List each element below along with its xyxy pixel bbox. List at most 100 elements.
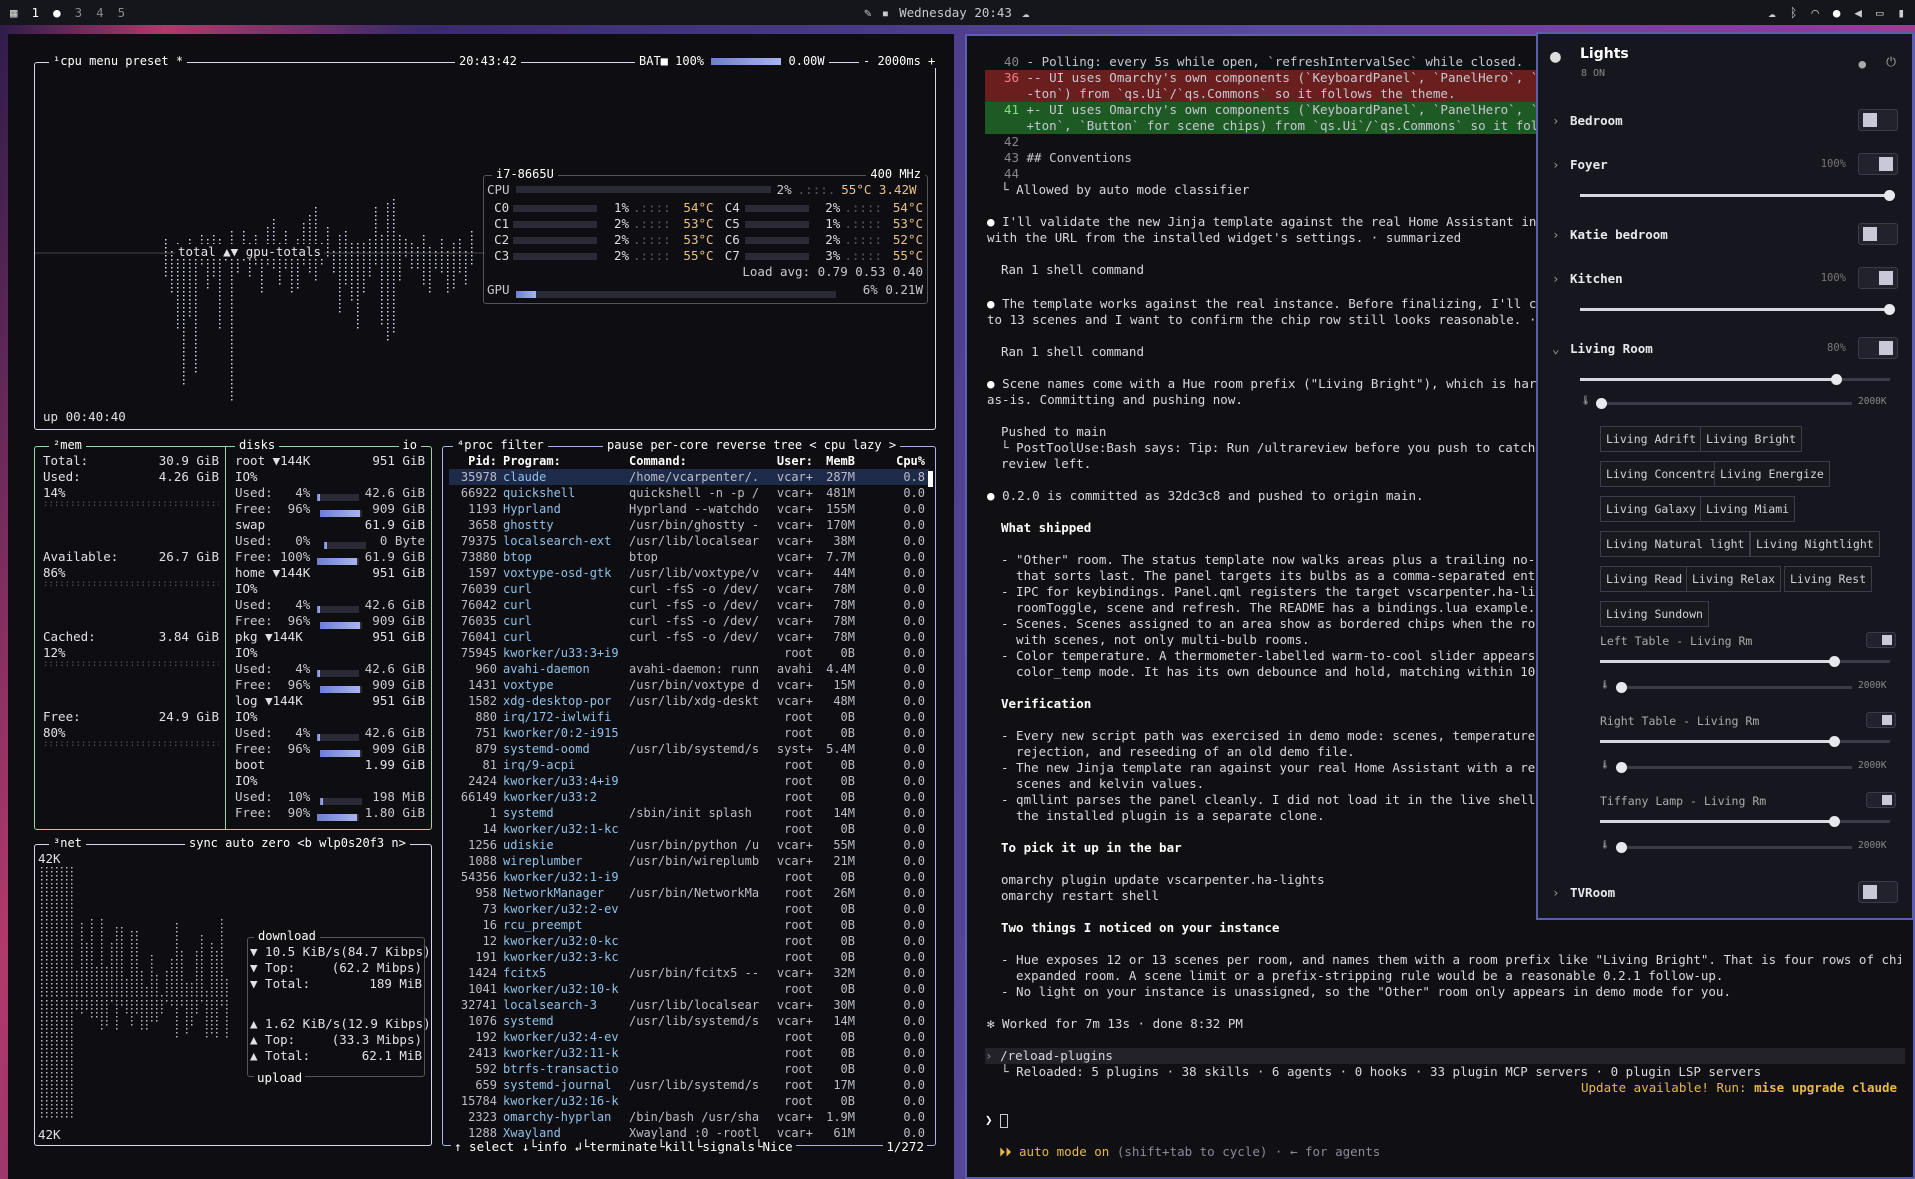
proc-row[interactable]: 1 systemd/sbin/init splash root 14M 0.0 [449,805,929,821]
workspace-5[interactable]: 5 [118,5,126,20]
bulb-brightness-slider[interactable] [1600,656,1890,667]
proc-row[interactable]: 2323 omarchy-hyprlan/bin/bash /usr/sha vca… [449,1109,929,1125]
chevron-down-icon[interactable]: ⌄ [1552,341,1570,356]
living-room-brightness-slider[interactable] [1580,374,1890,385]
proc-row[interactable]: 73 kworker/u32:2-ev root 0B 0.0 [449,901,929,917]
proc-row[interactable]: 192 kworker/u32:4-ev root 0B 0.0 [449,1029,929,1045]
proc-footer[interactable]: ↑ select ↓└info ↲└terminate└kill└signals… [451,1139,796,1154]
scene-chip[interactable]: Living Sundown [1600,601,1709,627]
monitor-icon[interactable]: ▭ [1876,5,1884,20]
proc-tag[interactable]: ⁴proc filter [453,438,548,452]
workspace-2[interactable]: ● [53,5,61,20]
scene-chip[interactable]: Living Adrift [1600,426,1703,452]
foyer-toggle[interactable] [1858,153,1898,175]
katie-bedroom-toggle[interactable] [1858,223,1898,245]
proc-row[interactable]: 32741 localsearch-3/usr/lib/localsear vcar… [449,997,929,1013]
prompt-input[interactable]: ❯ [985,1112,1009,1128]
mode-indicator[interactable]: ⏵⏵ auto mode on (shift+tab to cycle) · ←… [999,1144,1380,1160]
chevron-right-icon[interactable]: › [1552,271,1570,286]
filter-button[interactable]: filter [500,438,543,452]
proc-row[interactable]: 1431 voxtype/usr/bin/voxtype d vcar+ 15M 0.0 [449,677,929,693]
weather-icon[interactable]: ☁ [1022,5,1030,20]
bulb-toggle[interactable] [1866,632,1896,648]
cpu-tag[interactable]: ¹cpu menu preset * [49,54,188,68]
proc-row[interactable]: 14 kworker/u32:1-kc root 0B 0.0 [449,821,929,837]
bulb-toggle-icon[interactable]: ● [1858,56,1866,71]
proc-row[interactable]: 1193 Hyprland Hyprland --watchdo vcar+ 155M 0… [449,501,929,517]
proc-row[interactable]: 76039 curl curl -fsS -o /dev/vcar+ 78M 0.0 [449,581,929,597]
proc-row[interactable]: 35978 claude/home/vcarpenter/. vcar+ 287M 0.… [449,469,929,485]
living-room-temp-slider[interactable] [1596,398,1852,409]
proc-row[interactable]: 1424 fcitx5/usr/bin/fcitx5 -- vcar+ 32M 0.0 [449,965,929,981]
ran-command-1[interactable]: Ran 1 shell command [1001,262,1144,278]
mem-tag[interactable]: ²mem [49,438,86,452]
proc-header[interactable]: Pid: Program: Command: User: MemB Cpu% [449,453,929,469]
chevron-right-icon[interactable]: › [1552,227,1570,242]
chevron-right-icon[interactable]: › [1552,157,1570,172]
kitchen-brightness-slider[interactable] [1580,304,1895,315]
proc-row[interactable]: 880 irq/172-iwlwifi root 0B 0.0 [449,709,929,725]
proc-row[interactable]: 1256 udiskie/usr/bin/python /u vcar+ 55M 0.0 [449,837,929,853]
proc-row[interactable]: 73880 btop btop vcar+ 7.7M 0.0 [449,549,929,565]
disks-tag[interactable]: disks [235,438,280,452]
room-tvroom[interactable]: › TVRoom [1552,881,1898,903]
bulb-brightness-slider[interactable] [1600,736,1890,747]
proc-row[interactable]: 958 NetworkManager/usr/bin/NetworkMa root 2… [449,885,929,901]
proc-row[interactable]: 3658 ghostty/usr/bin/ghostty - vcar+ 170M 0.… [449,517,929,533]
net-tag[interactable]: ³net [49,836,86,850]
screen-icon[interactable]: ▪ [882,5,890,20]
scene-chip[interactable]: Living Nightlight [1750,531,1880,557]
scene-chip[interactable]: Living Read [1600,566,1689,592]
proc-row[interactable]: 75945 kworker/u33:3+i9 root 0B 0.0 [449,645,929,661]
proc-row[interactable]: 66149 kworker/u33:2 root 0B 0.0 [449,789,929,805]
app-grid-icon[interactable]: ▦ [10,5,18,20]
proc-row[interactable]: 54356 kworker/u32:1-i9 root 0B 0.0 [449,869,929,885]
chevron-right-icon[interactable]: › [1552,885,1570,900]
proc-row[interactable]: 2413 kworker/u32:11-k root 0B 0.0 [449,1045,929,1061]
proc-row[interactable]: 191 kworker/u32:3-kc root 0B 0.0 [449,949,929,965]
room-living-room[interactable]: ⌄ Living Room 80% [1552,337,1898,359]
proc-row[interactable]: 16 rcu_preempt root 0B 0.0 [449,917,929,933]
scene-chip[interactable]: Living Relax [1686,566,1782,592]
menu-button[interactable]: menu [89,54,118,68]
scene-chip[interactable]: Living Rest [1784,566,1873,592]
proc-row[interactable]: 66922 quickshell quickshell -n -p / vcar+ 48… [449,485,929,501]
clock[interactable]: Wednesday 20:43 [899,5,1012,20]
living-room-toggle[interactable] [1858,337,1898,359]
proc-row[interactable]: 76035 curl curl -fsS -o /dev/vcar+ 78M 0.0 [449,613,929,629]
proc-row[interactable]: 1597 voxtype-osd-gtk/usr/lib/voxtype/v vca… [449,565,929,581]
bulb-temp-slider[interactable] [1616,682,1852,693]
battery-icon[interactable]: ▮ [1897,5,1905,20]
ran-command-2[interactable]: Ran 1 shell command [1001,344,1144,360]
volume-icon[interactable]: ◀ [1854,5,1862,20]
proc-row[interactable]: 1076 systemd/usr/lib/systemd/s vcar+ 14M 0.0 [449,1013,929,1029]
power-icon[interactable]: ⏻ [1886,54,1896,70]
kitchen-toggle[interactable] [1858,267,1898,289]
proc-row[interactable]: 81 irq/9-acpi root 0B 0.0 [449,757,929,773]
scene-chip[interactable]: Living Miami [1700,496,1796,522]
proc-row[interactable]: 79375 localsearch-ext/usr/lib/localsear vc… [449,533,929,549]
chevron-right-icon[interactable]: › [1552,113,1570,128]
interval-control[interactable]: - 2000ms + [859,54,940,68]
bulb-toggle[interactable] [1866,712,1896,728]
bulb-toggle[interactable] [1866,792,1896,808]
proc-row[interactable]: 960 avahi-daemon avahi-daemon: runn avahi 4.… [449,661,929,677]
proc-row[interactable]: 1582 xdg-desktop-por/usr/lib/xdg-deskt vca… [449,693,929,709]
preset-button[interactable]: preset * [125,54,183,68]
proc-row[interactable]: 2424 kworker/u33:4+i9 root 0B 0.0 [449,773,929,789]
foyer-brightness-slider[interactable] [1580,190,1895,201]
bulb-temp-slider[interactable] [1616,762,1852,773]
scene-chip[interactable]: Living Energize [1714,461,1830,487]
proc-scrollbar[interactable] [928,471,933,487]
notification-icon[interactable]: ✎ [864,5,872,20]
scene-chip[interactable]: Living Galaxy [1600,496,1703,522]
cloud-icon[interactable]: ☁ [1768,5,1776,20]
proc-row[interactable]: 1088 wireplumber/usr/bin/wireplumb vcar+ 21… [449,853,929,869]
tvroom-toggle[interactable] [1858,881,1898,903]
proc-row[interactable]: 76042 curl curl -fsS -o /dev/vcar+ 78M 0.0 [449,597,929,613]
proc-options[interactable]: pause per-core reverse tree < cpu lazy > [603,438,901,452]
workspace-1[interactable]: 1 [32,5,40,20]
room-foyer[interactable]: › Foyer 100% [1552,153,1898,175]
workspace-4[interactable]: 4 [96,5,104,20]
bulb-temp-slider[interactable] [1616,842,1852,853]
